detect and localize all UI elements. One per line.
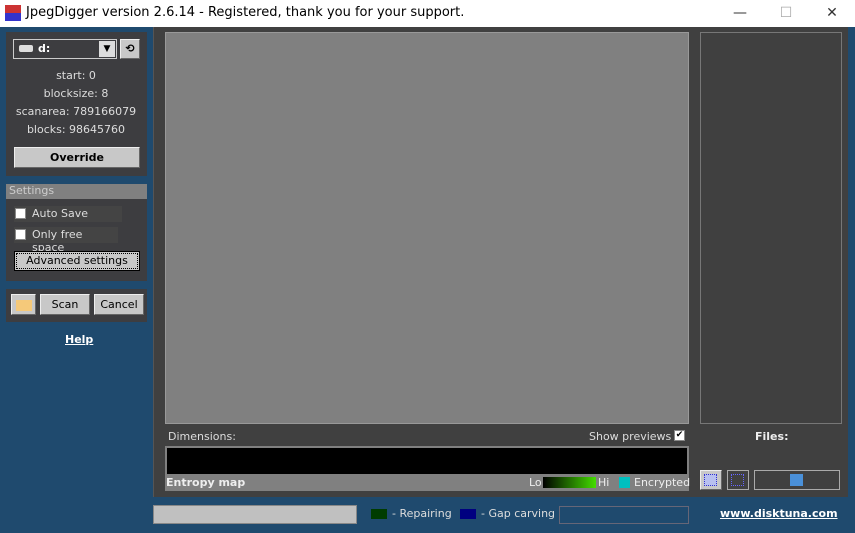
maximize-button[interactable]: ☐ (763, 0, 809, 27)
show-previews-label: Show previews (589, 430, 672, 443)
checkbox-box[interactable] (15, 229, 26, 240)
preview-canvas[interactable] (165, 32, 689, 424)
blocks-label: blocks: 98645760 (26, 123, 126, 136)
entropy-map (167, 448, 687, 474)
override-button[interactable]: Override (14, 147, 140, 168)
files-list[interactable] (700, 32, 842, 424)
add-selection-button[interactable] (700, 470, 722, 490)
website-link[interactable]: www.disktuna.com (720, 507, 838, 520)
drive-icon (19, 45, 33, 52)
app-icon (5, 5, 21, 21)
show-previews-checkbox[interactable]: ✔ (674, 430, 685, 441)
drive-value: d: (38, 42, 51, 55)
refresh-icon: ⟲ (125, 42, 135, 55)
remove-icon (731, 474, 744, 486)
repairing-label: - Repairing (392, 507, 452, 520)
advanced-settings-button[interactable]: Advanced settings (14, 251, 140, 271)
open-folder-button[interactable] (11, 294, 36, 315)
progress-bar (153, 505, 357, 524)
cancel-button[interactable]: Cancel (94, 294, 144, 315)
encrypted-swatch (619, 477, 630, 488)
title-bar: JpegDigger version 2.6.14 - Registered, … (0, 0, 855, 27)
files-label: Files: (755, 430, 789, 443)
start-label: start: 0 (56, 69, 96, 82)
folder-icon (16, 300, 32, 311)
save-icon (790, 474, 803, 486)
hi-label: Hi (598, 476, 610, 489)
auto-save-checkbox[interactable]: Auto Save (14, 206, 122, 222)
encrypted-label: Encrypted (634, 476, 691, 489)
close-button[interactable]: ✕ (809, 0, 855, 27)
scanarea-label: scanarea: 789166079 (15, 105, 137, 118)
only-free-space-checkbox[interactable]: Only free space (14, 227, 118, 254)
repairing-swatch (371, 509, 387, 519)
remove-selection-button[interactable] (727, 470, 749, 490)
gap-carving-label: - Gap carving (481, 507, 556, 520)
entropy-map-label: Entropy map (166, 476, 246, 489)
dimensions-label: Dimensions: (168, 430, 236, 443)
settings-title: Settings (6, 184, 147, 199)
drive-select[interactable]: d: ▼ (13, 39, 117, 59)
minimize-button[interactable]: — (717, 0, 763, 27)
blocksize-label: blocksize: 8 (43, 87, 109, 100)
save-files-button[interactable] (754, 470, 840, 490)
gap-carving-swatch (460, 509, 476, 519)
refresh-button[interactable]: ⟲ (120, 39, 140, 59)
auto-save-label: Auto Save (32, 207, 89, 220)
scan-button[interactable]: Scan (40, 294, 90, 315)
chevron-down-icon[interactable]: ▼ (99, 41, 115, 57)
add-icon (704, 474, 717, 486)
entropy-gradient (543, 477, 596, 488)
status-field (559, 506, 689, 524)
checkbox-box[interactable] (15, 208, 26, 219)
window-title: JpegDigger version 2.6.14 - Registered, … (26, 5, 465, 20)
lo-label: Lo (529, 476, 542, 489)
help-link[interactable]: Help (65, 333, 93, 346)
